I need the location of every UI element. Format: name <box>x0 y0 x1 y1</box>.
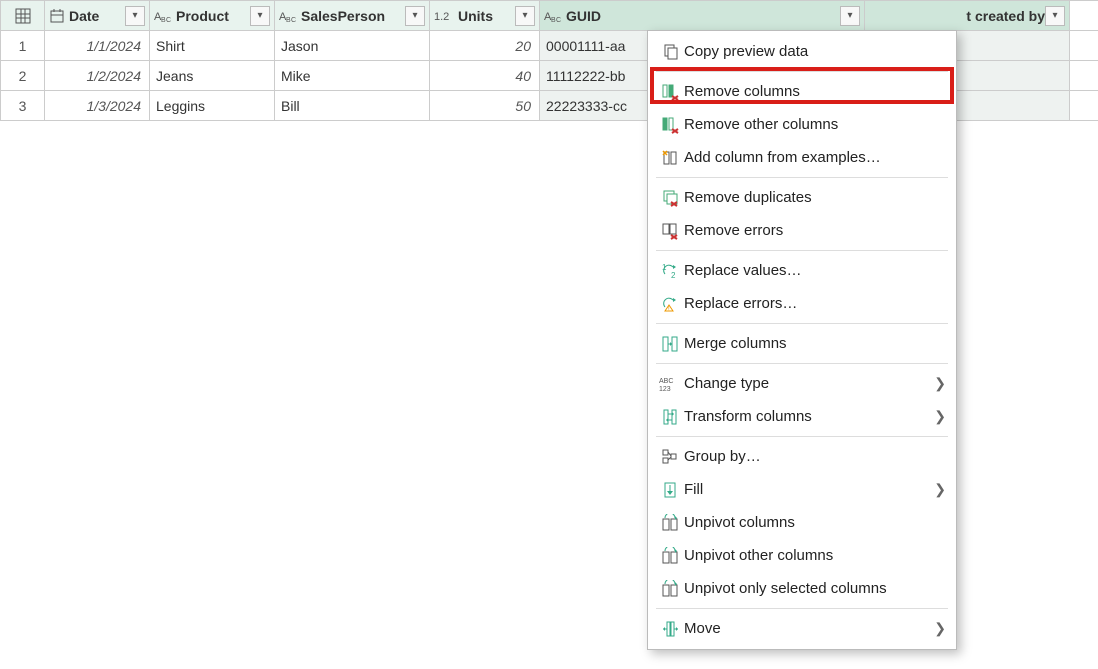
chevron-right-icon: ❯ <box>934 375 946 392</box>
chevron-right-icon: ❯ <box>934 481 946 498</box>
menu-add-column-from-examples[interactable]: Add column from examples… <box>648 141 956 174</box>
menu-merge-columns[interactable]: Merge columns <box>648 327 956 360</box>
row-number: 1 <box>1 31 45 60</box>
menu-unpivot-only-selected-columns[interactable]: Unpivot only selected columns <box>648 572 956 605</box>
cell-units: 40 <box>515 68 535 84</box>
menu-change-type[interactable]: ABC123 Change type ❯ <box>648 367 956 400</box>
add-column-examples-icon <box>656 149 684 167</box>
cell-units: 20 <box>515 38 535 54</box>
text-type-icon: ABC <box>154 8 172 24</box>
filter-dropdown[interactable] <box>250 6 270 26</box>
col-label: Product <box>174 8 250 24</box>
row-number: 3 <box>1 91 45 120</box>
corner-cell[interactable] <box>1 1 45 30</box>
cell-salesperson: Bill <box>279 98 300 114</box>
menu-replace-errors[interactable]: ! Replace errors… <box>648 287 956 320</box>
copy-icon <box>656 43 684 61</box>
text-type-icon: ABC <box>279 8 297 24</box>
col-header-units[interactable]: 1.2 Units <box>430 1 540 30</box>
unpivot-selected-icon <box>656 580 684 598</box>
menu-fill[interactable]: Fill ❯ <box>648 473 956 506</box>
context-menu: Copy preview data Remove columns Remove … <box>647 30 957 650</box>
cell-date: 1/3/2024 <box>87 98 146 114</box>
remove-duplicates-icon <box>656 189 684 207</box>
menu-separator <box>656 177 948 178</box>
menu-group-by[interactable]: Group by… <box>648 440 956 473</box>
date-type-icon <box>49 8 65 24</box>
col-label: t created by <box>869 8 1045 24</box>
replace-values-icon: 12 <box>656 262 684 280</box>
group-by-icon <box>656 448 684 466</box>
svg-text:123: 123 <box>659 386 671 393</box>
cell-date: 1/1/2024 <box>87 38 146 54</box>
menu-separator <box>656 436 948 437</box>
svg-text:!: ! <box>668 307 670 313</box>
table-icon <box>15 8 31 24</box>
remove-errors-icon <box>656 222 684 240</box>
menu-unpivot-other-columns[interactable]: Unpivot other columns <box>648 539 956 572</box>
filter-dropdown[interactable] <box>125 6 145 26</box>
cell-date: 1/2/2024 <box>87 68 146 84</box>
fill-icon <box>656 481 684 499</box>
filter-dropdown[interactable] <box>840 6 860 26</box>
remove-columns-icon <box>656 83 684 101</box>
svg-text:ABC: ABC <box>659 378 673 385</box>
cell-salesperson: Mike <box>279 68 311 84</box>
svg-text:1.2: 1.2 <box>434 11 449 23</box>
transform-columns-icon <box>656 408 684 426</box>
col-label: Units <box>456 8 515 24</box>
cell-product: Jeans <box>154 68 193 84</box>
change-type-icon: ABC123 <box>656 375 684 393</box>
svg-text:2: 2 <box>671 271 676 280</box>
row-number: 2 <box>1 61 45 90</box>
menu-separator <box>656 363 948 364</box>
menu-separator <box>656 323 948 324</box>
col-label: Date <box>67 8 125 24</box>
col-header-product[interactable]: ABC Product <box>150 1 275 30</box>
col-label: SalesPerson <box>299 8 405 24</box>
cell-salesperson: Jason <box>279 38 318 54</box>
menu-replace-values[interactable]: 12 Replace values… <box>648 254 956 287</box>
svg-text:C: C <box>291 17 296 24</box>
number-type-icon: 1.2 <box>434 8 454 24</box>
menu-unpivot-columns[interactable]: Unpivot columns <box>648 506 956 539</box>
menu-separator <box>656 608 948 609</box>
menu-copy-preview-data[interactable]: Copy preview data <box>648 35 956 68</box>
svg-text:C: C <box>166 17 171 24</box>
col-header-salesperson[interactable]: ABC SalesPerson <box>275 1 430 30</box>
move-icon <box>656 620 684 638</box>
merge-columns-icon <box>656 335 684 353</box>
remove-other-columns-icon <box>656 116 684 134</box>
cell-guid: 22223333-cc <box>544 98 627 114</box>
svg-text:C: C <box>556 17 561 24</box>
unpivot-icon <box>656 514 684 532</box>
menu-transform-columns[interactable]: Transform columns ❯ <box>648 400 956 433</box>
cell-guid: 11112222-bb <box>544 68 625 84</box>
header-row: Date ABC Product ABC SalesPerson 1.2 Uni… <box>1 1 1098 31</box>
menu-move[interactable]: Move ❯ <box>648 612 956 645</box>
menu-remove-duplicates[interactable]: Remove duplicates <box>648 181 956 214</box>
replace-errors-icon: ! <box>656 295 684 313</box>
menu-remove-other-columns[interactable]: Remove other columns <box>648 108 956 141</box>
menu-separator <box>656 71 948 72</box>
col-header-date[interactable]: Date <box>45 1 150 30</box>
menu-remove-errors[interactable]: Remove errors <box>648 214 956 247</box>
menu-remove-columns[interactable]: Remove columns <box>648 75 956 108</box>
cell-product: Shirt <box>154 38 185 54</box>
filter-dropdown[interactable] <box>405 6 425 26</box>
chevron-right-icon: ❯ <box>934 408 946 425</box>
cell-product: Leggins <box>154 98 205 114</box>
filter-dropdown[interactable] <box>515 6 535 26</box>
filter-dropdown[interactable] <box>1045 6 1065 26</box>
chevron-right-icon: ❯ <box>934 620 946 637</box>
cell-units: 50 <box>515 98 535 114</box>
text-type-icon: ABC <box>544 8 562 24</box>
cell-guid: 00001111-aa <box>544 38 625 54</box>
menu-separator <box>656 250 948 251</box>
col-header-report-created-by[interactable]: t created by <box>865 1 1070 30</box>
unpivot-other-icon <box>656 547 684 565</box>
col-label: GUID <box>564 8 840 24</box>
col-header-guid[interactable]: ABC GUID <box>540 1 865 30</box>
